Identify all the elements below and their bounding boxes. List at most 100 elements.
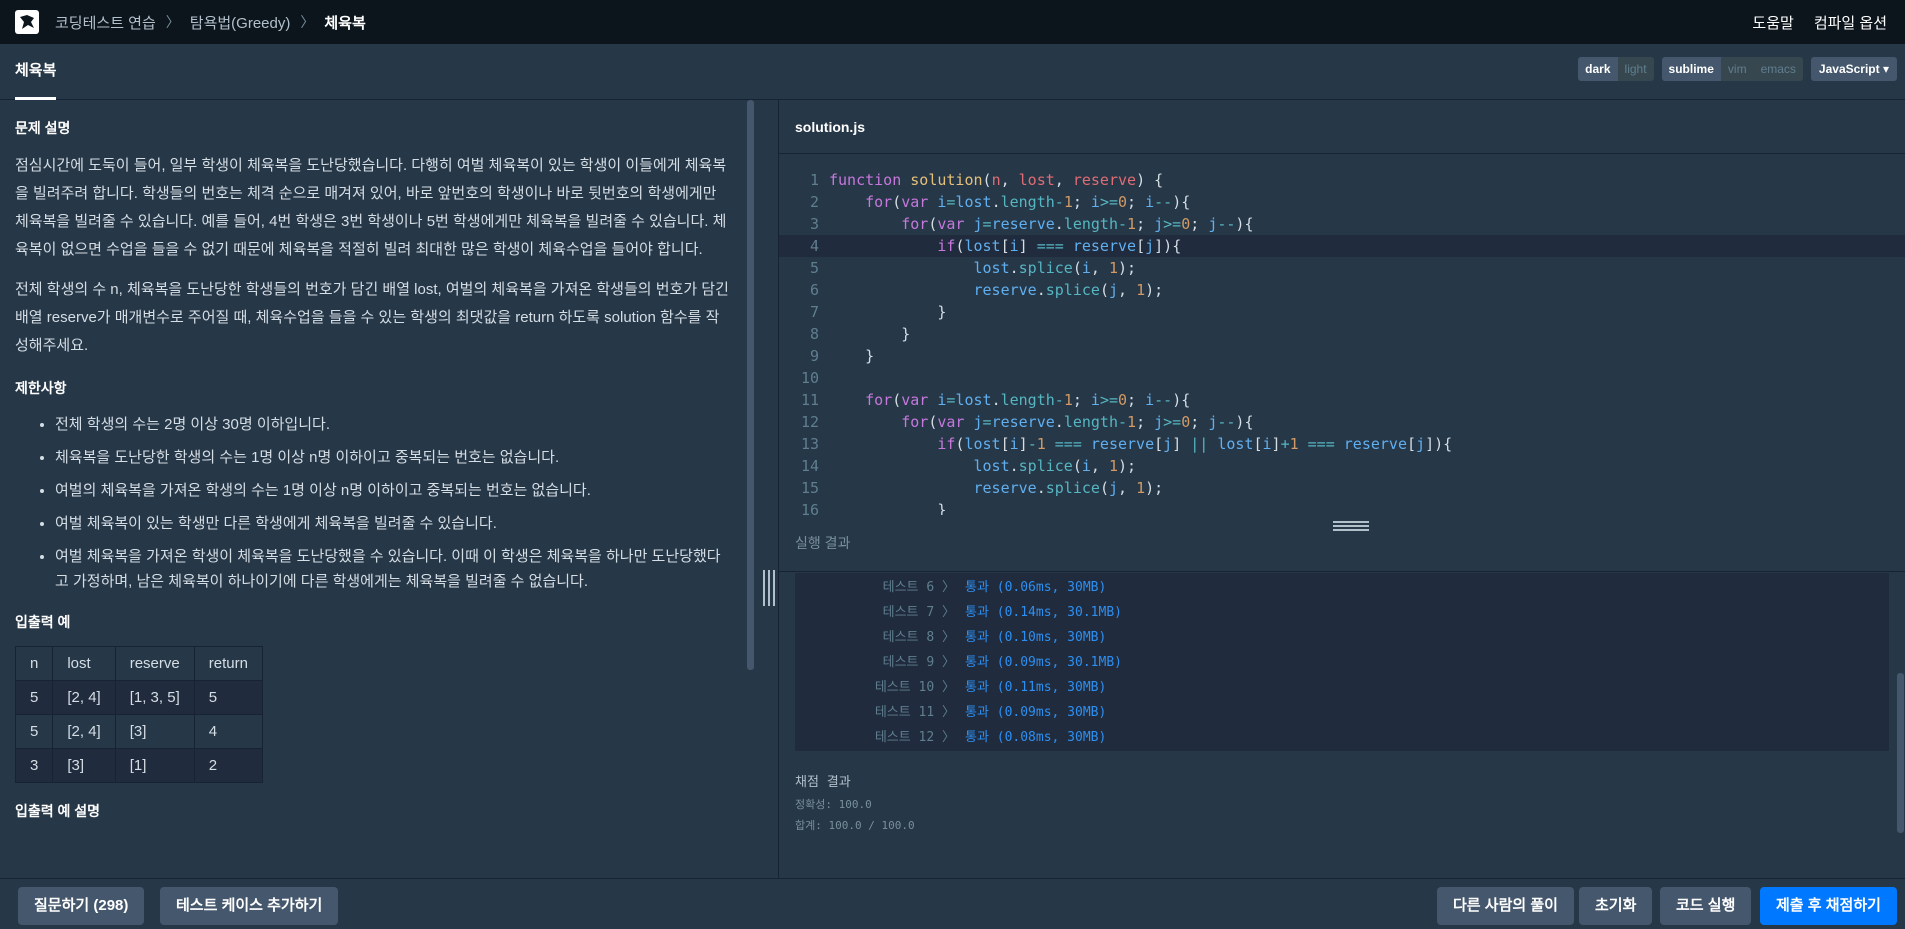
code-line[interactable]: 1 function solution(n, lost, reserve) { [779, 169, 1905, 191]
panel-splitter-handle[interactable] [762, 570, 776, 610]
line-number: 13 [800, 435, 819, 453]
test-label: 테스트 8 〉 [882, 630, 955, 645]
list-item: 여벌 체육복을 가져온 학생이 체육복을 도난당했을 수 있습니다. 이때 이 … [55, 544, 730, 594]
line-number: 5 [809, 259, 819, 277]
result-panel: 테스트 6 〉 통과 (0.06ms, 30MB) 테스트 7 〉 통과 (0.14m… [779, 573, 1905, 878]
code-editor[interactable]: 1 function solution(n, lost, reserve) { 2 … [779, 155, 1905, 515]
keymap-vim-button[interactable]: vim [1720, 57, 1754, 81]
others-solution-button[interactable]: 다른 사람의 풀이 [1437, 887, 1574, 925]
table-cell: [3] [52, 748, 116, 783]
test-label: 테스트 7 〉 [882, 605, 955, 620]
line-number: 4 [809, 237, 819, 255]
editor-resize-handle[interactable] [1333, 521, 1369, 531]
limits-list: 전체 학생의 수는 2명 이상 30명 이하입니다. 체육복을 도난당한 학생의… [55, 412, 730, 594]
list-item: 여벌 체육복이 있는 학생만 다른 학생에게 체육복을 빌려줄 수 있습니다. [55, 511, 730, 536]
keymap-sublime-button[interactable]: sublime [1661, 57, 1721, 81]
table-cell: 5 [14, 714, 54, 749]
line-number: 11 [800, 391, 819, 409]
test-label: 테스트 10 〉 [874, 680, 955, 695]
line-number: 1 [809, 171, 819, 189]
keymap-toggle: sublime vim emacs [1661, 57, 1803, 81]
code-text: for(var j=reserve.length-1; j>=0; j--){ [901, 215, 1254, 233]
table-header-row: n lost reserve return [14, 646, 263, 681]
code-text: if(lost[i]-1 === reserve[j] || lost[i]+1… [937, 435, 1453, 453]
list-item: 체육복을 도난당한 학생의 수는 1명 이상 n명 이하이고 중복되는 번호는 … [55, 445, 730, 470]
code-line[interactable]: 4 if(lost[i] === reserve[j]){ [779, 235, 1905, 257]
language-value: JavaScript [1818, 62, 1880, 76]
code-line[interactable]: 3 for(var j=reserve.length-1; j>=0; j--)… [779, 213, 1905, 235]
code-line[interactable]: 11 for(var i=lost.length-1; i>=0; i--){ [779, 389, 1905, 411]
line-number: 12 [800, 413, 819, 431]
code-line[interactable]: 2 for(var i=lost.length-1; i>=0; i--){ [779, 191, 1905, 213]
code-line[interactable]: 5 lost.splice(i, 1); [779, 257, 1905, 279]
test-label: 테스트 9 〉 [882, 655, 955, 670]
test-result: 통과 (0.08ms, 30MB) [965, 730, 1107, 745]
table-row: 5 [2, 4] [3] 4 [14, 714, 263, 749]
code-line[interactable]: 10 [779, 367, 1905, 389]
table-header: n [14, 646, 54, 681]
code-line[interactable]: 7 } [779, 301, 1905, 323]
line-number: 8 [809, 325, 819, 343]
line-number: 6 [809, 281, 819, 299]
breadcrumb-coding-test[interactable]: 코딩테스트 연습 [55, 12, 156, 33]
chevron-right-icon: 〉 [300, 14, 315, 30]
theme-toggle: dark light [1578, 57, 1654, 81]
theme-dark-button[interactable]: dark [1578, 57, 1618, 81]
code-line[interactable]: 14 lost.splice(i, 1); [779, 455, 1905, 477]
code-line[interactable]: 8 } [779, 323, 1905, 345]
code-line[interactable]: 16 } [779, 499, 1905, 515]
code-line[interactable]: 6 reserve.splice(j, 1); [779, 279, 1905, 301]
table-row: 5 [2, 4] [1, 3, 5] 5 [14, 680, 263, 715]
breadcrumb-greedy[interactable]: 탐욕법(Greedy) [190, 12, 291, 33]
test-label: 테스트 6 〉 [882, 580, 955, 595]
table-header: lost [52, 646, 116, 681]
code-line[interactable]: 12 for(var j=reserve.length-1; j>=0; j--… [779, 411, 1905, 433]
line-number: 16 [800, 501, 819, 515]
left-scrollbar[interactable] [747, 100, 754, 670]
code-text: } [937, 303, 947, 321]
compile-options-link[interactable]: 컴파일 옵션 [1814, 12, 1887, 33]
chevron-right-icon: 〉 [165, 14, 180, 30]
desc-paragraph-1: 점심시간에 도둑이 들어, 일부 학생이 체육복을 도난당했습니다. 다행히 여… [15, 157, 727, 258]
code-text: } [937, 501, 947, 515]
language-select[interactable]: JavaScript ▾ [1810, 57, 1897, 81]
tab-problem-title[interactable]: 체육복 [15, 44, 57, 100]
test-result: 통과 (0.09ms, 30.1MB) [965, 655, 1122, 670]
io-heading: 입출력 예 [15, 614, 71, 630]
help-link[interactable]: 도움말 [1752, 12, 1793, 33]
desc-paragraph-2: 전체 학생의 수 n, 체육복을 도난당한 학생들의 번호가 담긴 배열 los… [15, 281, 729, 354]
programmers-logo-icon[interactable] [15, 10, 39, 34]
theme-light-button[interactable]: light [1617, 57, 1654, 81]
code-line[interactable]: 13 if(lost[i]-1 === reserve[j] || lost[i… [779, 433, 1905, 455]
breadcrumb: 코딩테스트 연습 〉 탐욕법(Greedy) 〉 체육복 [55, 12, 366, 33]
grade-accuracy: 정확성: 100.0 [795, 798, 872, 811]
test-results-box: 테스트 6 〉 통과 (0.06ms, 30MB) 테스트 7 〉 통과 (0.14m… [795, 573, 1889, 751]
ask-question-button[interactable]: 질문하기 (298) [18, 887, 145, 925]
code-line[interactable]: 9 } [779, 345, 1905, 367]
code-text: lost.splice(i, 1); [973, 457, 1137, 475]
table-cell: [1, 3, 5] [114, 680, 195, 715]
table-cell: 3 [14, 748, 54, 783]
code-line[interactable]: 15 reserve.splice(j, 1); [779, 477, 1905, 499]
test-result: 통과 (0.10ms, 30MB) [965, 630, 1107, 645]
line-number: 15 [800, 479, 819, 497]
table-header: return [193, 646, 263, 681]
reset-button[interactable]: 초기화 [1579, 887, 1653, 925]
list-item: 여벌의 체육복을 가져온 학생의 수는 1명 이상 n명 이하이고 중복되는 번… [55, 478, 730, 503]
line-number: 10 [800, 369, 819, 387]
code-text: function solution(n, lost, reserve) { [829, 171, 1164, 189]
submit-button[interactable]: 제출 후 채점하기 [1760, 887, 1897, 925]
code-text: reserve.splice(j, 1); [973, 479, 1164, 497]
table-cell: 4 [193, 714, 263, 749]
run-code-button[interactable]: 코드 실행 [1660, 887, 1752, 925]
io-table: n lost reserve return 5 [2, 4] [1, 3, 5]… [14, 646, 263, 783]
result-scrollbar[interactable] [1897, 673, 1904, 833]
line-number: 2 [809, 193, 819, 211]
list-item: 전체 학생의 수는 2명 이상 30명 이하입니다. [55, 412, 730, 437]
top-navbar: 코딩테스트 연습 〉 탐욕법(Greedy) 〉 체육복 도움말 컴파일 옵션 [0, 0, 1905, 44]
add-testcase-button[interactable]: 테스트 케이스 추가하기 [160, 887, 339, 925]
table-cell: 5 [193, 680, 263, 715]
keymap-emacs-button[interactable]: emacs [1753, 57, 1803, 81]
table-cell: [2, 4] [52, 714, 116, 749]
problem-tab-bar: 체육복 dark light sublime vim emacs JavaScr… [0, 44, 1905, 100]
